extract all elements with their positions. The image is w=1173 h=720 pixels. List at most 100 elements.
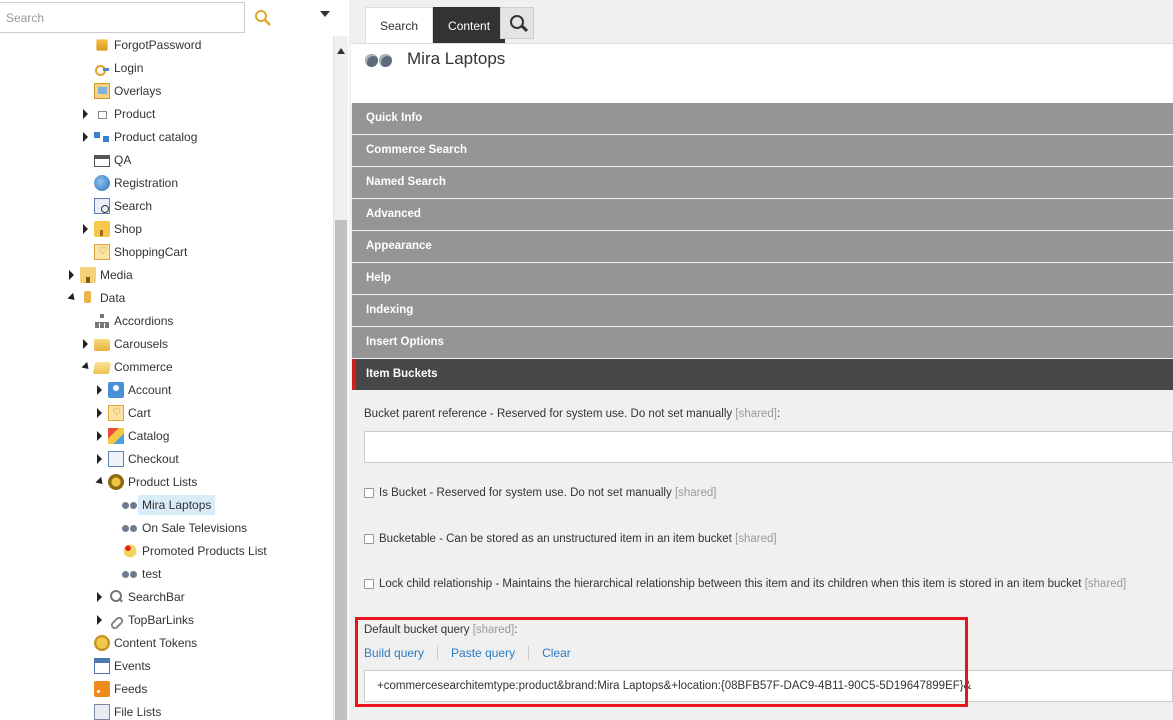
tree-node[interactable]: Data <box>66 288 129 308</box>
expand-arrow-icon[interactable] <box>94 403 108 423</box>
expand-arrow-icon[interactable] <box>80 104 94 124</box>
tree-node[interactable]: ShoppingCart <box>80 242 191 262</box>
tree-search-input[interactable] <box>0 2 245 33</box>
tree-node-label[interactable]: Media <box>100 265 137 285</box>
tree-node-label[interactable]: Registration <box>114 173 182 193</box>
tree-node-label[interactable]: File Lists <box>114 702 165 720</box>
search-icon[interactable] <box>254 9 272 27</box>
expand-arrow-icon[interactable] <box>94 426 108 446</box>
tree-node-label[interactable]: Checkout <box>128 449 183 469</box>
section-named-search[interactable]: Named Search <box>352 167 1173 198</box>
tree-node[interactable]: Product <box>80 104 159 124</box>
section-insert-options[interactable]: Insert Options <box>352 327 1173 358</box>
default-bucket-query-field[interactable]: +commercesearchitemtype:product&brand:Mi… <box>364 670 1173 702</box>
tree-node-label[interactable]: Search <box>114 196 156 216</box>
tree-node[interactable]: Events <box>80 656 155 676</box>
expand-arrow-icon[interactable] <box>94 610 108 630</box>
expand-arrow-icon[interactable] <box>80 334 94 354</box>
expand-arrow-icon[interactable] <box>80 219 94 239</box>
tree-node-label[interactable]: Mira Laptops <box>138 495 216 515</box>
collapse-arrow-icon[interactable] <box>80 357 94 377</box>
tree-node-label[interactable]: Shop <box>114 219 146 239</box>
tree-node[interactable]: test <box>108 564 165 584</box>
tree-node[interactable]: Cart <box>94 403 155 423</box>
section-advanced[interactable]: Advanced <box>352 199 1173 230</box>
lock-child-checkbox-row[interactable]: Lock child relationship - Maintains the … <box>364 578 1126 590</box>
expand-arrow-icon[interactable] <box>66 265 80 285</box>
tree-node-label[interactable]: Cart <box>128 403 155 423</box>
tree-node-label[interactable]: ShoppingCart <box>114 242 191 262</box>
tree-node-label[interactable]: Carousels <box>114 334 172 354</box>
tree-node-label[interactable]: Product <box>114 104 159 124</box>
section-item-buckets[interactable]: Item Buckets <box>352 359 1173 390</box>
tree-node-label[interactable]: ForgotPassword <box>114 36 205 55</box>
tree-scrollbar[interactable] <box>333 36 348 720</box>
tree-node-label[interactable]: test <box>142 564 165 584</box>
tree-node-label[interactable]: Content Tokens <box>114 633 201 653</box>
scroll-up-arrow-icon[interactable] <box>337 48 345 54</box>
bucketable-checkbox-row[interactable]: Bucketable - Can be stored as an unstruc… <box>364 533 777 545</box>
tree-node[interactable]: Account <box>94 380 175 400</box>
tree-node-label[interactable]: Promoted Products List <box>142 541 271 561</box>
tree-node[interactable]: Overlays <box>80 81 165 101</box>
tree-node[interactable]: TopBarLinks <box>94 610 198 630</box>
tree-node[interactable]: Registration <box>80 173 182 193</box>
tree-node-label[interactable]: Overlays <box>114 81 165 101</box>
tree-node-label[interactable]: Accordions <box>114 311 177 331</box>
expand-arrow-icon[interactable] <box>94 380 108 400</box>
clear-query-link[interactable]: Clear <box>542 646 584 660</box>
tree-node[interactable]: On Sale Televisions <box>108 518 251 538</box>
tree-node[interactable]: Search <box>80 196 156 216</box>
tree-node[interactable]: Carousels <box>80 334 172 354</box>
tree-node[interactable]: SearchBar <box>94 587 189 607</box>
tree-node[interactable]: QA <box>80 150 135 170</box>
section-appearance[interactable]: Appearance <box>352 231 1173 262</box>
bucketable-checkbox[interactable] <box>364 534 374 544</box>
tree-node-label[interactable]: Product Lists <box>128 472 201 492</box>
tree-node[interactable]: Commerce <box>80 357 177 377</box>
tree-node-label[interactable]: Product catalog <box>114 127 201 147</box>
tree-node-label[interactable]: Account <box>128 380 175 400</box>
tree-node[interactable]: Shop <box>80 219 146 239</box>
search-button[interactable] <box>500 7 534 39</box>
tree-node[interactable]: Content Tokens <box>80 633 201 653</box>
tree-node[interactable]: File Lists <box>80 702 165 720</box>
tree-node-label[interactable]: SearchBar <box>128 587 189 607</box>
is-bucket-checkbox-row[interactable]: Is Bucket - Reserved for system use. Do … <box>364 487 717 499</box>
bucket-parent-field[interactable] <box>364 431 1173 463</box>
tree-node[interactable]: Catalog <box>94 426 173 446</box>
tree-node[interactable]: Product Lists <box>94 472 201 492</box>
expand-arrow-icon[interactable] <box>94 587 108 607</box>
tree-node[interactable]: Login <box>80 58 147 78</box>
tree-node-label[interactable]: Feeds <box>114 679 151 699</box>
tree-node[interactable]: ForgotPassword <box>80 36 205 55</box>
tree-node-label[interactable]: Catalog <box>128 426 173 446</box>
build-query-link[interactable]: Build query <box>364 646 439 660</box>
tree-node[interactable]: Feeds <box>80 679 151 699</box>
tab-content[interactable]: Content <box>433 7 506 43</box>
tree-node-label[interactable]: TopBarLinks <box>128 610 198 630</box>
section-quick-info[interactable]: Quick Info <box>352 103 1173 134</box>
tree-node-label[interactable]: QA <box>114 150 135 170</box>
tree-node-label[interactable]: Login <box>114 58 147 78</box>
tree-node-label[interactable]: Events <box>114 656 155 676</box>
collapse-arrow-icon[interactable] <box>66 288 80 308</box>
lock-child-checkbox[interactable] <box>364 579 374 589</box>
section-commerce-search[interactable]: Commerce Search <box>352 135 1173 166</box>
collapse-arrow-icon[interactable] <box>94 472 108 492</box>
tree-node-label[interactable]: Data <box>100 288 129 308</box>
paste-query-link[interactable]: Paste query <box>451 646 530 660</box>
tree-node[interactable]: Promoted Products List <box>108 541 271 561</box>
tab-search[interactable]: Search <box>365 7 434 43</box>
is-bucket-checkbox[interactable] <box>364 488 374 498</box>
expand-arrow-icon[interactable] <box>80 127 94 147</box>
tree-node[interactable]: Mira Laptops <box>108 495 216 515</box>
section-help[interactable]: Help <box>352 263 1173 294</box>
tree-node-label[interactable]: On Sale Televisions <box>142 518 251 538</box>
tree-node[interactable]: Media <box>66 265 137 285</box>
tree-node[interactable]: Product catalog <box>80 127 201 147</box>
tree-node[interactable]: Accordions <box>80 311 177 331</box>
scroll-thumb[interactable] <box>335 220 347 720</box>
expand-arrow-icon[interactable] <box>94 449 108 469</box>
tree-node[interactable]: Checkout <box>94 449 183 469</box>
